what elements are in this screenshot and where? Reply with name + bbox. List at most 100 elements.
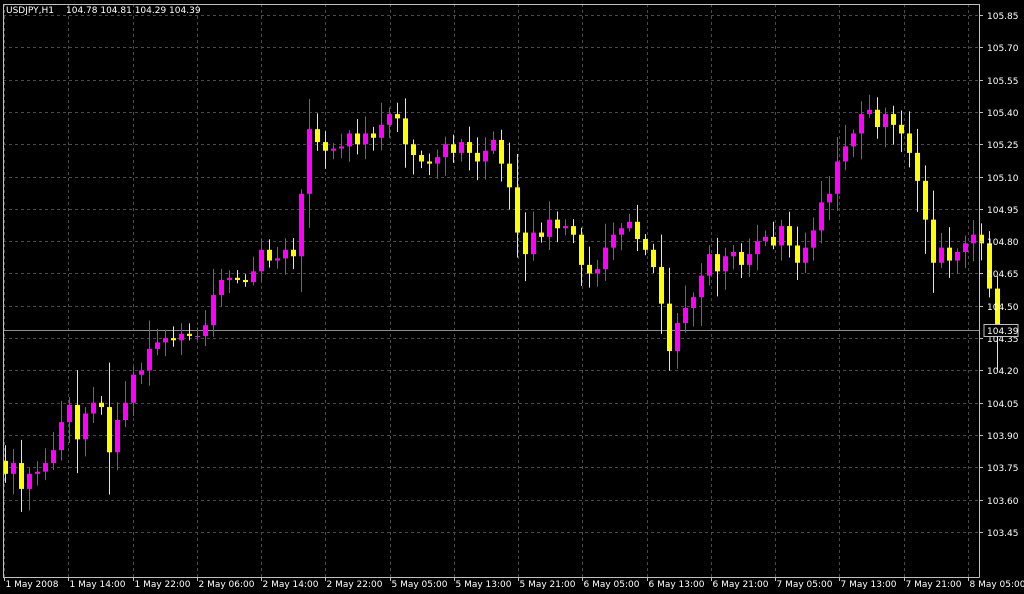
current-price-label: 104.39 — [987, 327, 1019, 337]
candle-body — [731, 251, 736, 257]
x-tick-label: 5 May 13:00 — [456, 580, 512, 590]
candle-body — [723, 256, 728, 272]
candle-body — [923, 180, 928, 220]
candle-body — [843, 146, 848, 162]
candle-body — [99, 402, 104, 408]
y-tick-label: 104.50 — [987, 303, 1019, 313]
candle-body — [275, 258, 280, 261]
y-tick-label: 103.60 — [987, 497, 1019, 507]
candle-body — [931, 219, 936, 263]
candle-body — [483, 150, 488, 162]
candle-body — [283, 249, 288, 259]
x-tick-label: 5 May 21:00 — [520, 580, 576, 590]
candle-body — [67, 404, 72, 423]
candle-body — [19, 463, 24, 489]
candle-body — [155, 342, 160, 349]
candle-body — [179, 333, 184, 341]
grid — [3, 4, 979, 577]
chart-window: 105.85 105.70 105.55 105.40 105.25 105.10 104.… — [0, 0, 1024, 594]
x-tick-label: 2 May 06:00 — [199, 580, 255, 590]
candle-body — [395, 114, 400, 119]
candle-body — [619, 228, 624, 235]
candle-body — [883, 114, 888, 128]
y-tick-label: 104.65 — [987, 270, 1019, 280]
y-tick-label: 105.40 — [987, 109, 1019, 119]
axes: 105.85 105.70 105.55 105.40 105.25 105.10 104.… — [3, 4, 1024, 590]
candle-body — [819, 202, 824, 231]
candle-body — [571, 226, 576, 235]
candle-body — [643, 239, 648, 250]
candle-body — [467, 142, 472, 153]
candle-body — [211, 295, 216, 326]
candle-body — [355, 133, 360, 145]
x-tick-label: 2 May 14:00 — [263, 580, 319, 590]
candle-body — [955, 251, 960, 261]
candle-body — [451, 144, 456, 153]
candle-body — [35, 471, 40, 474]
x-tick-label: 8 May 05:00 — [970, 580, 1024, 590]
candle-body — [803, 247, 808, 263]
candle-body — [603, 247, 608, 270]
candle-body — [131, 374, 136, 403]
y-tick-label: 105.25 — [987, 141, 1019, 151]
candle-body — [171, 338, 176, 341]
x-tick-label: 6 May 13:00 — [649, 580, 705, 590]
candle-body — [835, 161, 840, 194]
y-tick-label: 103.75 — [987, 464, 1019, 474]
x-tick-label: 7 May 13:00 — [841, 580, 897, 590]
candle-body — [875, 109, 880, 128]
y-tick-label: 105.10 — [987, 174, 1019, 184]
y-tick-label: 104.05 — [987, 400, 1019, 410]
candle-body — [611, 234, 616, 248]
candle-body — [867, 109, 872, 115]
x-tick-label: 1 May 14:00 — [70, 580, 126, 590]
candle-body — [443, 144, 448, 158]
x-tick-label: 2 May 22:00 — [327, 580, 383, 590]
candle-body — [771, 236, 776, 246]
candle-body — [963, 243, 968, 252]
candle-body — [419, 155, 424, 162]
candle-body — [531, 232, 536, 255]
candle-body — [627, 221, 632, 229]
candle-body — [243, 279, 248, 283]
candle-body — [291, 249, 296, 257]
candle-body — [459, 142, 464, 153]
y-tick-label: 105.85 — [987, 12, 1019, 22]
candle-body — [363, 133, 368, 145]
x-tick-label: 7 May 05:00 — [777, 580, 833, 590]
candle-body — [107, 407, 112, 453]
candle-body — [227, 277, 232, 280]
candle-body — [203, 325, 208, 336]
y-tick-label: 103.45 — [987, 529, 1019, 539]
candle-body — [11, 463, 16, 474]
candle-body — [827, 193, 832, 203]
candle-body — [27, 473, 32, 489]
candle-body — [851, 133, 856, 147]
candle-body — [739, 251, 744, 265]
y-tick-label: 105.70 — [987, 44, 1019, 54]
candle-body — [219, 279, 224, 296]
candle-body — [371, 133, 376, 138]
candle-body — [51, 450, 56, 464]
candlestick-chart: 105.85 105.70 105.55 105.40 105.25 105.10 104.… — [3, 4, 1024, 590]
x-tick-label: 1 May 22:00 — [135, 580, 191, 590]
x-tick-label: 7 May 21:00 — [906, 580, 962, 590]
candle-body — [507, 163, 512, 188]
candle-body — [251, 271, 256, 283]
candle-body — [331, 148, 336, 151]
candle-body — [675, 323, 680, 352]
chart-title-symbol: USDJPY,H1 — [6, 6, 54, 16]
candle-body — [755, 241, 760, 255]
candle-body — [651, 249, 656, 268]
candle-body — [387, 114, 392, 125]
candle-body — [195, 335, 200, 337]
candle-body — [987, 243, 992, 289]
y-tick-label: 104.20 — [987, 367, 1019, 377]
candle-body — [427, 161, 432, 164]
candle-body — [323, 142, 328, 151]
candle-body — [907, 133, 912, 153]
candle-body — [547, 219, 552, 237]
candle-body — [539, 232, 544, 237]
candle-body — [515, 187, 520, 233]
candle-body — [163, 338, 168, 343]
